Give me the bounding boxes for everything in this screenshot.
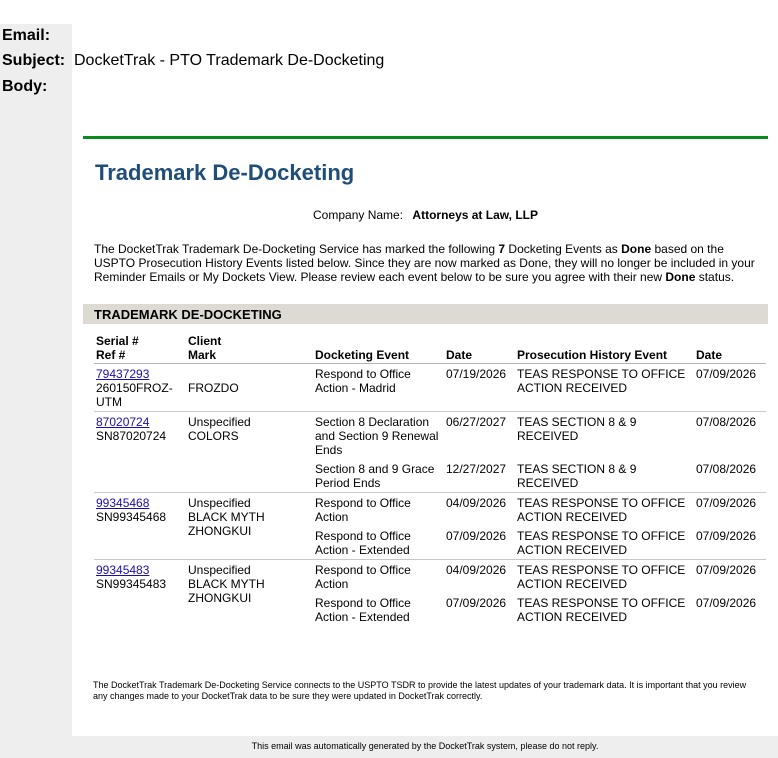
green-divider [83, 136, 768, 139]
prosecution-event: TEAS RESPONSE TO OFFICE ACTION RECEIVED [517, 529, 686, 557]
serial-cell: 99345483 SN99345483 [94, 559, 186, 626]
docketing-event: Section 8 Declaration and Section 9 Rene… [313, 411, 444, 459]
client-name: Unspecified [188, 563, 251, 577]
docketing-event: Respond to Office Action - Extended [315, 596, 411, 624]
body-header-row: Body: [2, 78, 47, 96]
serial-link[interactable]: 99345483 [96, 563, 149, 577]
prosecution-date: 07/09/2026 [696, 596, 757, 610]
serial-link[interactable]: 79437293 [96, 367, 149, 381]
serial-cell: 99345468 SN99345468 [94, 492, 186, 560]
body-label: Body: [2, 78, 48, 95]
docketing-event: Respond to Office Action - Extended [315, 529, 411, 557]
table-row: 99345468 SN99345468 Unspecified BLACK MYTH… [94, 492, 766, 560]
prosecution-event: TEAS SECTION 8 & 9 RECEIVED [517, 462, 637, 490]
subject-header-row: Subject: DocketTrak - PTO Trademark De-D… [2, 52, 384, 70]
docketing-event: Respond to Office Action [313, 492, 444, 526]
prosecution-date: 07/09/2026 [694, 492, 766, 526]
client-cell: Unspecified COLORS [186, 411, 313, 493]
ref-number: SN99345483 [96, 577, 167, 591]
serial-cell: 87020724 SN87020724 [94, 411, 186, 493]
mark-name: FROZDO [188, 381, 239, 395]
intro-text: status. [695, 270, 735, 284]
col-mark: Mark [188, 348, 217, 362]
client-name: Unspecified [188, 496, 251, 510]
table-row: 87020724 SN87020724 Unspecified COLORS Sec… [94, 411, 766, 493]
prosecution-event: TEAS SECTION 8 & 9 RECEIVED [515, 411, 694, 459]
company-name-row: Company Name: Attorneys at Law, LLP [83, 208, 768, 222]
company-name-value: Attorneys at Law, LLP [412, 208, 538, 222]
event-date: 07/19/2026 [446, 367, 507, 381]
col-serial-ref: Serial # Ref # [94, 334, 186, 364]
ref-number: SN87020724 [96, 429, 167, 443]
prosecution-date: 07/09/2026 [694, 559, 766, 593]
table-row: 79437293 260150FROZ-UTM FROZDO Respond to… [94, 364, 766, 412]
docketing-event: Respond to Office Action - Madrid [315, 367, 411, 395]
prosecution-event: TEAS RESPONSE TO OFFICE ACTION RECEIVED [517, 367, 686, 395]
client-cell: FROZDO [186, 364, 313, 412]
subject-label: Subject: [2, 52, 66, 69]
prosecution-date: 07/08/2026 [696, 462, 757, 476]
table-row: 99345483 SN99345483 Unspecified BLACK MYTH… [94, 559, 766, 626]
docketing-event: Respond to Office Action [313, 559, 444, 593]
col-docketing-event: Docketing Event [313, 334, 444, 364]
auto-generated-bar: This email was automatically generated b… [72, 736, 778, 758]
section-header-bar: TRADEMARK DE-DOCKETING [83, 304, 768, 324]
prosecution-date: 07/08/2026 [694, 411, 766, 459]
company-name-label: Company Name: [313, 208, 404, 222]
intro-done: Done [665, 270, 696, 284]
email-header-row: Email: [2, 27, 50, 45]
serial-link[interactable]: 99345468 [96, 496, 149, 510]
prosecution-date: 07/09/2026 [696, 529, 757, 543]
col-ref: Ref # [96, 348, 126, 362]
event-date: 04/09/2026 [444, 559, 515, 593]
col-date: Date [444, 334, 515, 364]
event-date: 12/27/2027 [446, 462, 507, 476]
mark-name: BLACK MYTH ZHONGKUI [188, 577, 265, 605]
mark-name: COLORS [188, 429, 239, 443]
client-cell: Unspecified BLACK MYTH ZHONGKUI [186, 559, 313, 626]
event-date: 06/27/2027 [444, 411, 515, 459]
auto-generated-notice: This email was automatically generated b… [251, 741, 599, 751]
prosecution-event: TEAS RESPONSE TO OFFICE ACTION RECEIVED [517, 596, 686, 624]
prosecution-event: TEAS RESPONSE TO OFFICE ACTION RECEIVED [515, 559, 694, 593]
event-date: 07/09/2026 [446, 529, 507, 543]
section-title: TRADEMARK DE-DOCKETING [94, 307, 282, 322]
col-phe-date: Date [694, 334, 766, 364]
page-title: Trademark De-Docketing [95, 160, 355, 185]
serial-link[interactable]: 87020724 [96, 415, 149, 429]
col-serial: Serial # [96, 334, 139, 348]
col-prosecution-event: Prosecution History Event [515, 334, 694, 364]
col-client-mark: Client Mark [186, 334, 313, 364]
event-date: 07/09/2026 [446, 596, 507, 610]
ref-number: SN99345468 [96, 510, 167, 524]
subject-value: DocketTrak - PTO Trademark De-Docketing [74, 52, 385, 69]
ref-number: 260150FROZ-UTM [96, 381, 173, 409]
prosecution-event: TEAS RESPONSE TO OFFICE ACTION RECEIVED [515, 492, 694, 526]
left-gutter [0, 24, 72, 758]
intro-text: Docketing Events as [505, 242, 622, 256]
docketing-event: Section 8 and 9 Grace Period Ends [315, 462, 435, 490]
col-client: Client [188, 334, 222, 348]
serial-cell: 79437293 260150FROZ-UTM [94, 364, 186, 412]
mark-name: BLACK MYTH ZHONGKUI [188, 510, 265, 538]
intro-text: The DocketTrak Trademark De-Docketing Se… [94, 242, 499, 256]
client-cell: Unspecified BLACK MYTH ZHONGKUI [186, 492, 313, 560]
de-docketing-table: Serial # Ref # Client Mark Docketing Event… [94, 334, 766, 626]
intro-paragraph: The DocketTrak Trademark De-Docketing Se… [94, 242, 759, 284]
email-content: Trademark De-Docketing Company Name: Att… [83, 136, 768, 626]
table-header-row: Serial # Ref # Client Mark Docketing Event… [94, 334, 766, 364]
email-label: Email: [2, 27, 51, 44]
event-date: 04/09/2026 [444, 492, 515, 526]
prosecution-date: 07/09/2026 [696, 367, 757, 381]
client-name: Unspecified [188, 415, 251, 429]
intro-done: Done [621, 242, 652, 256]
footer-note: The DocketTrak Trademark De-Docketing Se… [93, 680, 747, 701]
